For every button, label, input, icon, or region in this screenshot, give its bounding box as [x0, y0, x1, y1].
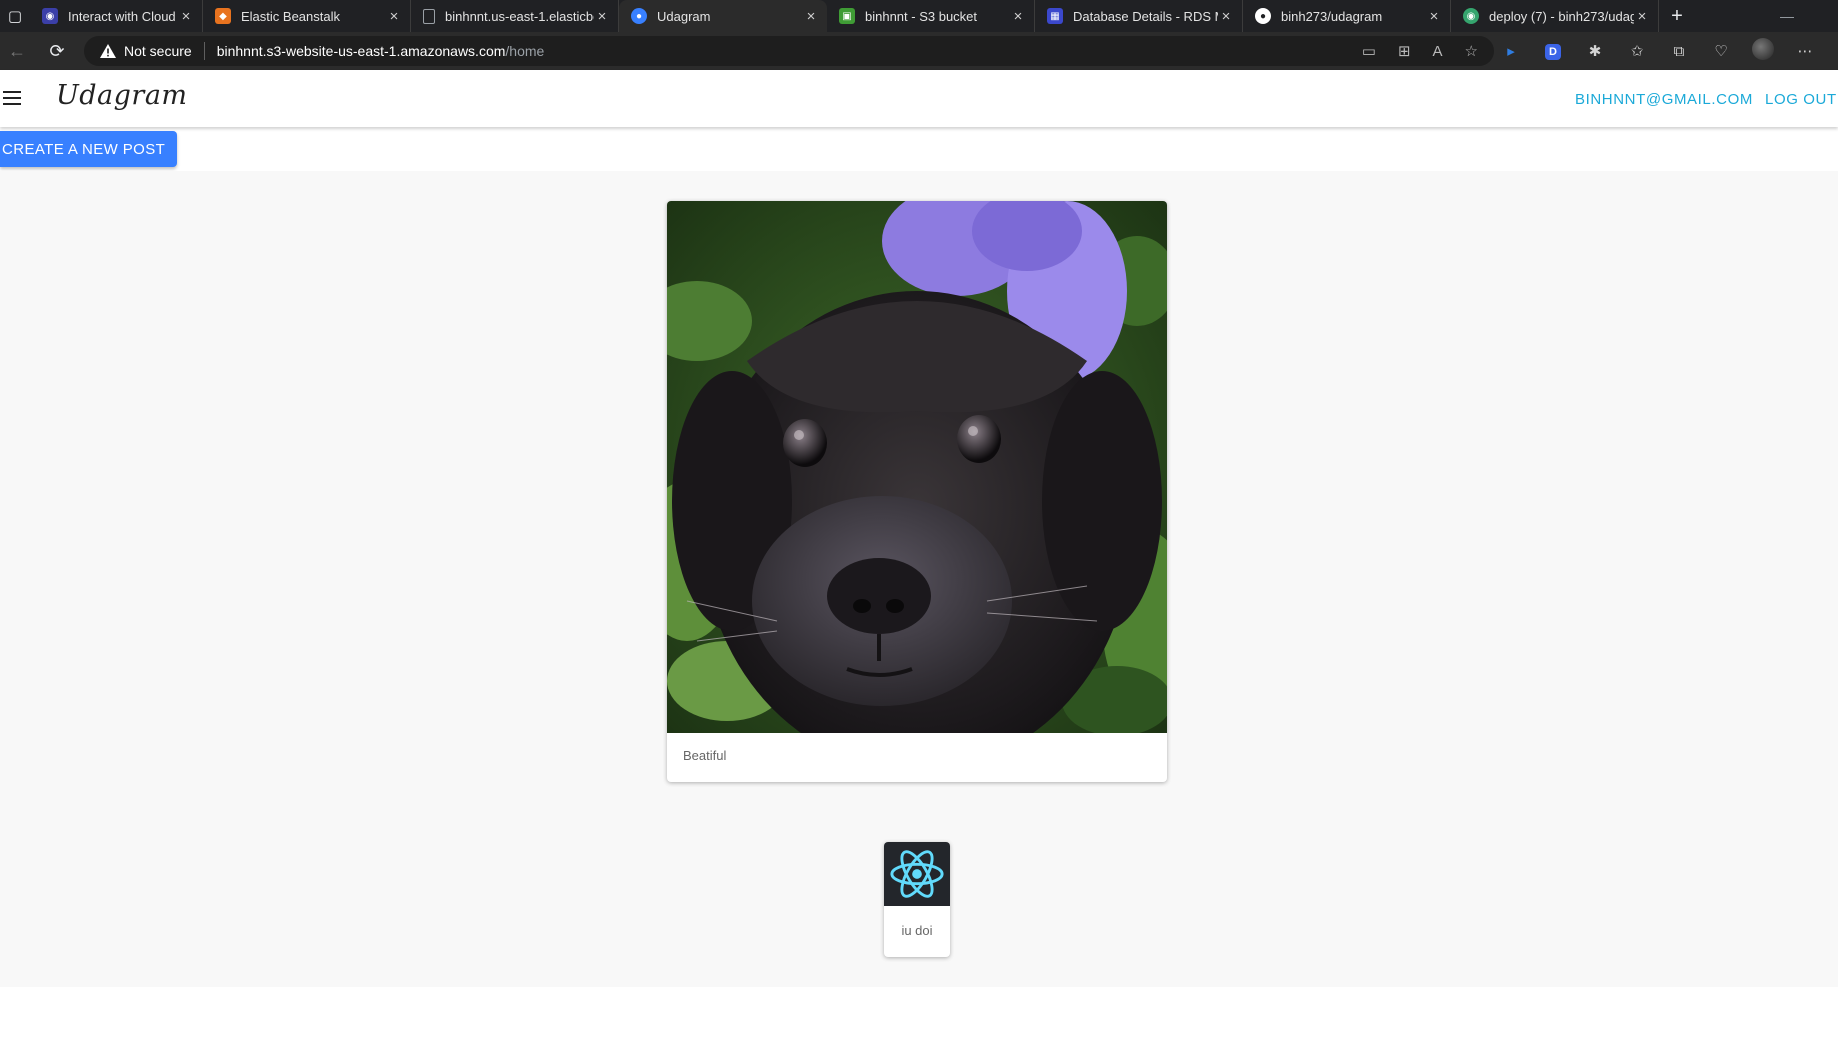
favorite-star-icon[interactable]: ☆	[1465, 42, 1478, 60]
browser-essentials-icon[interactable]: ♡	[1710, 42, 1732, 60]
browser-tab[interactable]: ▣ binhnnt - S3 bucket ×	[827, 0, 1035, 32]
warning-icon	[100, 44, 116, 58]
aws-s3-icon: ▣	[839, 8, 855, 24]
close-tab-icon[interactable]: ×	[178, 8, 194, 25]
post-caption: iu doi	[901, 923, 933, 938]
feed-area: Beatiful iu doi	[0, 171, 1838, 987]
cast-icon[interactable]: ▭	[1362, 42, 1376, 60]
browser-tab[interactable]: ◆ Elastic Beanstalk ×	[203, 0, 411, 32]
tab-title: Database Details - RDS Ma	[1073, 8, 1218, 24]
collections-icon[interactable]: ⧉	[1668, 43, 1690, 60]
browser-tab[interactable]: ◉ deploy (7) - binh273/udag ×	[1451, 0, 1659, 32]
new-tab-icon[interactable]: +	[1659, 0, 1695, 32]
cloud-app-icon: ◉	[42, 8, 58, 24]
close-tab-icon[interactable]: ×	[594, 8, 610, 25]
tab-title: Udagram	[657, 8, 711, 24]
browser-toolbar: ← ⟳ Not secure binhnnt.s3-website-us-eas…	[0, 32, 1838, 70]
browser-tab[interactable]: ▦ Database Details - RDS Ma ×	[1035, 0, 1243, 32]
apps-icon[interactable]: ⊞	[1398, 42, 1411, 60]
aws-beanstalk-icon: ◆	[215, 8, 231, 24]
post-image	[667, 201, 1167, 733]
url-host: binhnnt.s3-website-us-east-1.amazonaws.c…	[216, 43, 506, 59]
tab-title: binhnnt.us-east-1.elasticbe	[445, 8, 594, 24]
minimize-window-icon[interactable]: —	[1772, 0, 1802, 32]
bing-icon[interactable]: ▸	[1500, 42, 1522, 60]
close-tab-icon[interactable]: ×	[1634, 8, 1650, 25]
extensions-puzzle-icon[interactable]: ✱	[1584, 42, 1606, 60]
tab-actions-icon[interactable]: ▢	[0, 0, 30, 32]
document-icon	[423, 8, 435, 24]
close-tab-icon[interactable]: ×	[1426, 8, 1442, 25]
extension-d-icon[interactable]: D	[1542, 42, 1564, 60]
post-card[interactable]: Beatiful	[667, 201, 1167, 782]
browser-tab[interactable]: ◉ Interact with Cloud Service ×	[30, 0, 203, 32]
app-header: Udagram BINHNNT@GMAIL.COM LOG OUT	[0, 70, 1838, 127]
tab-title: deploy (7) - binh273/udag	[1489, 8, 1634, 24]
puppy-photo	[667, 201, 1167, 733]
close-tab-icon[interactable]: ×	[803, 8, 819, 25]
post-caption: Beatiful	[683, 748, 727, 763]
tab-title: Interact with Cloud Service	[68, 8, 178, 24]
tab-title: binhnnt - S3 bucket	[865, 8, 978, 24]
url-path: /home	[505, 43, 545, 59]
browser-tab-strip: ▢ ◉ Interact with Cloud Service × ◆ Elas…	[0, 0, 1838, 32]
browser-tab[interactable]: binhnnt.us-east-1.elasticbe ×	[411, 0, 619, 32]
address-bar[interactable]: Not secure binhnnt.s3-website-us-east-1.…	[84, 36, 1494, 66]
ionic-icon: ●	[631, 8, 647, 24]
omnibox-actions: ▭ ⊞ A ☆	[1362, 36, 1478, 66]
post-image	[884, 842, 950, 906]
profile-avatar[interactable]	[1752, 38, 1774, 64]
url-text[interactable]: binhnnt.s3-website-us-east-1.amazonaws.c…	[205, 43, 545, 59]
close-tab-icon[interactable]: ×	[1218, 8, 1234, 25]
not-secure-label: Not secure	[124, 43, 192, 59]
tab-title: Elastic Beanstalk	[241, 8, 340, 24]
browser-tab[interactable]: ● binh273/udagram ×	[1243, 0, 1451, 32]
browser-tab-active[interactable]: ● Udagram ×	[619, 0, 827, 32]
github-icon: ●	[1255, 8, 1271, 24]
favorites-icon[interactable]: ✩	[1626, 42, 1648, 60]
react-logo-icon	[890, 850, 944, 898]
hamburger-menu-icon[interactable]	[3, 88, 23, 108]
extension-icons: ▸ D ✱ ✩ ⧉ ♡ ⋯	[1500, 32, 1816, 70]
read-aloud-icon[interactable]: A	[1433, 43, 1443, 60]
user-email-link[interactable]: BINHNNT@GMAIL.COM	[1575, 91, 1753, 108]
circleci-icon: ◉	[1463, 8, 1479, 24]
more-menu-icon[interactable]: ⋯	[1794, 42, 1816, 60]
tab-title: binh273/udagram	[1281, 8, 1383, 24]
aws-rds-icon: ▦	[1047, 8, 1063, 24]
app-brand[interactable]: Udagram	[56, 80, 188, 111]
create-post-button[interactable]: CREATE A NEW POST	[0, 131, 177, 167]
back-icon[interactable]: ←	[0, 36, 34, 66]
close-tab-icon[interactable]: ×	[1010, 8, 1026, 25]
close-tab-icon[interactable]: ×	[386, 8, 402, 25]
logout-button[interactable]: LOG OUT	[1765, 91, 1837, 108]
security-indicator[interactable]: Not secure	[100, 42, 205, 60]
refresh-icon[interactable]: ⟳	[40, 36, 74, 66]
post-card[interactable]: iu doi	[884, 842, 950, 957]
